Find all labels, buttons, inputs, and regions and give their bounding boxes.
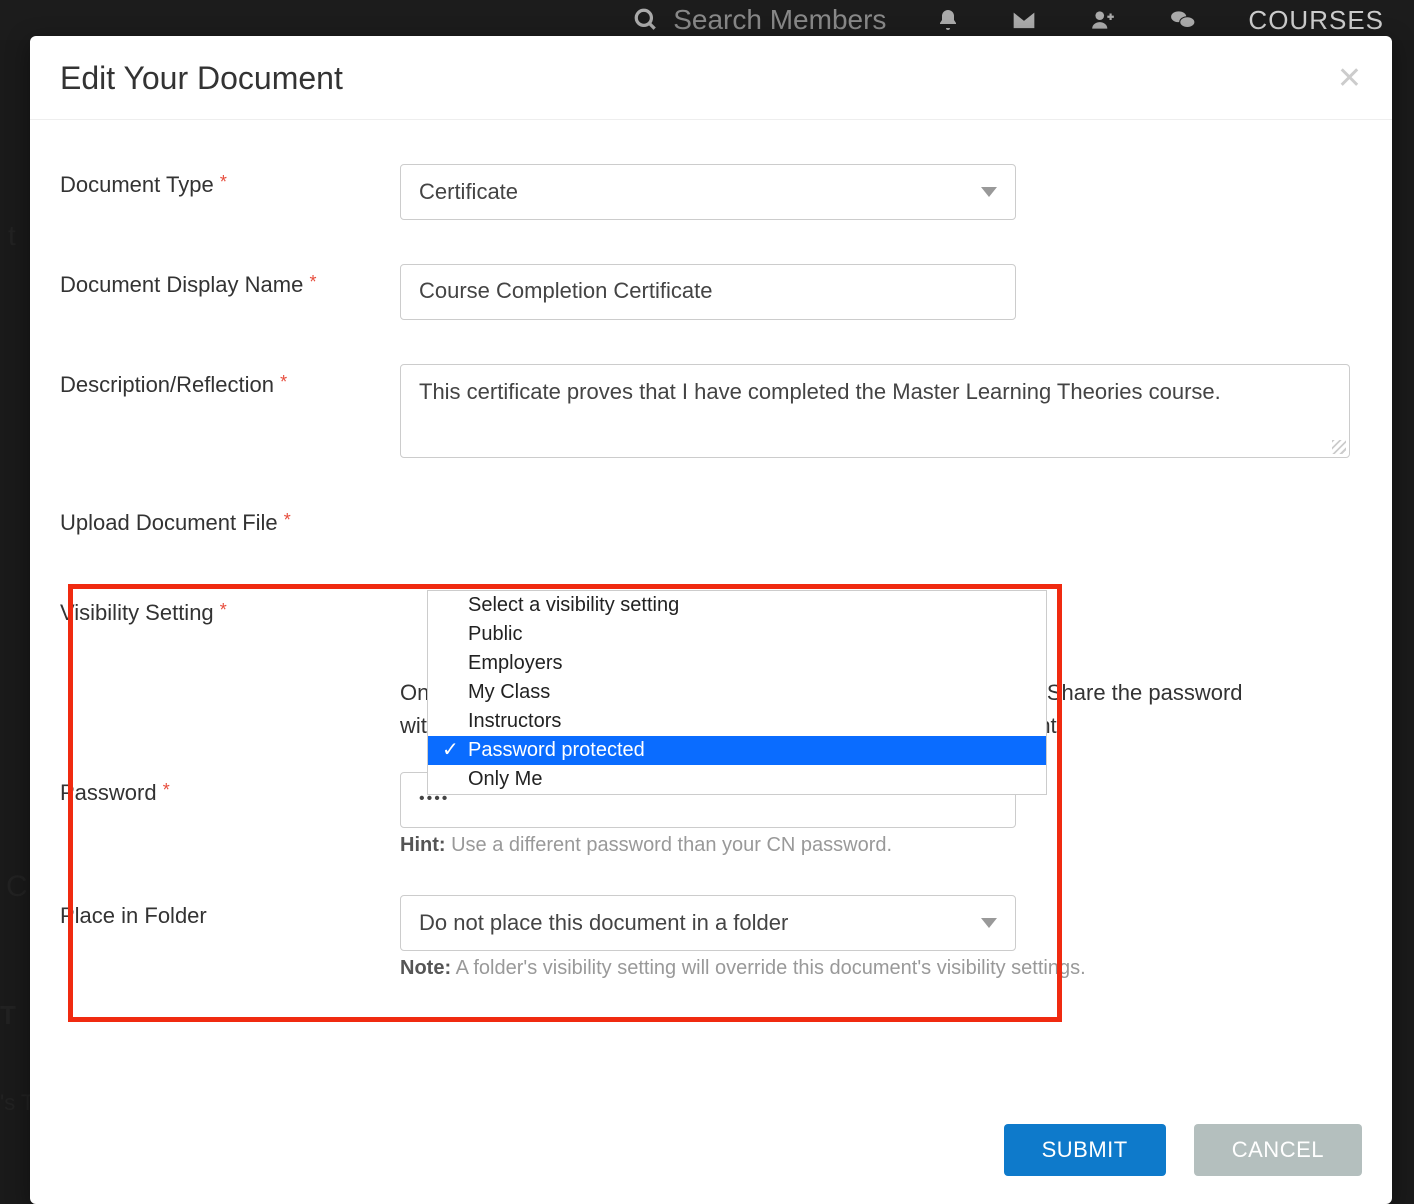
close-icon[interactable]: ✕ bbox=[1337, 64, 1362, 94]
description-textarea[interactable]: This certificate proves that I have comp… bbox=[400, 364, 1350, 458]
label-display-name: Document Display Name * bbox=[60, 264, 400, 298]
top-nav: Search Members COURSES bbox=[0, 0, 1414, 40]
mail-icon[interactable] bbox=[1010, 9, 1038, 31]
visibility-option[interactable]: Select a visibility setting bbox=[428, 591, 1046, 620]
display-name-input[interactable]: Course Completion Certificate bbox=[400, 264, 1016, 320]
bg-letter: C bbox=[6, 870, 28, 904]
visibility-option[interactable]: Only Me bbox=[428, 765, 1046, 794]
folder-note: Note: A folder's visibility setting will… bbox=[400, 957, 1362, 980]
visibility-option-selected[interactable]: Password protected bbox=[428, 736, 1046, 765]
resize-handle[interactable] bbox=[1332, 440, 1346, 454]
label-visibility: Visibility Setting * bbox=[60, 592, 400, 626]
nav-courses[interactable]: COURSES bbox=[1248, 5, 1384, 36]
search-placeholder: Search Members bbox=[673, 4, 886, 36]
visibility-option[interactable]: Public bbox=[428, 620, 1046, 649]
folder-value: Do not place this document in a folder bbox=[419, 910, 788, 936]
edit-document-modal: Edit Your Document ✕ Document Type * Cer… bbox=[30, 36, 1392, 1204]
modal-header: Edit Your Document ✕ bbox=[30, 36, 1392, 120]
chat-icon[interactable] bbox=[1168, 7, 1198, 33]
bg-letter: T bbox=[0, 1000, 16, 1031]
bell-icon[interactable] bbox=[936, 7, 960, 33]
visibility-option[interactable]: Instructors bbox=[428, 707, 1046, 736]
doc-type-value: Certificate bbox=[419, 179, 518, 205]
modal-footer: SUBMIT CANCEL bbox=[30, 1110, 1392, 1204]
add-user-icon[interactable] bbox=[1088, 7, 1118, 33]
chevron-down-icon bbox=[981, 187, 997, 197]
visibility-option[interactable]: My Class bbox=[428, 678, 1046, 707]
modal-title: Edit Your Document bbox=[60, 60, 343, 97]
chevron-down-icon bbox=[981, 918, 997, 928]
visibility-option[interactable]: Employers bbox=[428, 649, 1046, 678]
submit-button[interactable]: SUBMIT bbox=[1004, 1124, 1166, 1176]
label-description: Description/Reflection * bbox=[60, 364, 400, 398]
search-members[interactable]: Search Members bbox=[633, 4, 886, 36]
bg-letter: t bbox=[8, 220, 16, 252]
label-doc-type: Document Type * bbox=[60, 164, 400, 198]
cancel-button[interactable]: CANCEL bbox=[1194, 1124, 1362, 1176]
folder-select[interactable]: Do not place this document in a folder bbox=[400, 895, 1016, 951]
search-icon bbox=[633, 7, 659, 33]
modal-body: Document Type * Certificate Document Dis… bbox=[30, 120, 1392, 1110]
label-upload-file: Upload Document File * bbox=[60, 502, 400, 536]
password-hint: Hint: Use a different password than your… bbox=[400, 834, 1362, 857]
visibility-dropdown: Select a visibility setting Public Emplo… bbox=[427, 590, 1047, 795]
label-password: Password * bbox=[60, 772, 400, 806]
doc-type-select[interactable]: Certificate bbox=[400, 164, 1016, 220]
label-folder: Place in Folder bbox=[60, 895, 400, 929]
